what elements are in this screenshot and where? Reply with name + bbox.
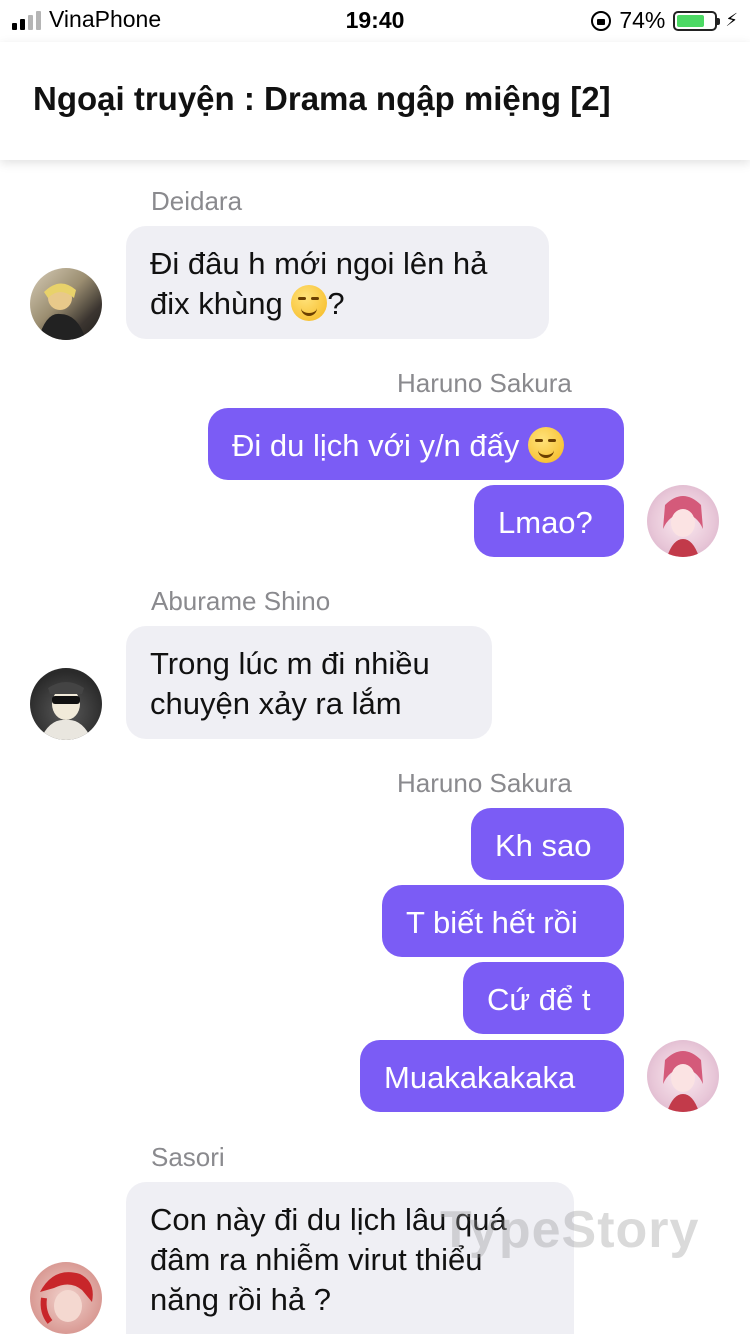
message-text: Đi đâu h mới ngoi lên hả <box>150 246 488 281</box>
smirking-face-emoji <box>291 284 328 321</box>
sender-name: Deidara <box>151 186 243 216</box>
avatar-shino[interactable] <box>30 668 102 740</box>
message-text: ? <box>327 286 345 321</box>
smirking-face-emoji <box>528 426 565 463</box>
message-text: Muakakakaka <box>384 1060 576 1095</box>
avatar-sasori[interactable] <box>30 1262 102 1334</box>
battery-icon <box>673 10 721 31</box>
battery-percent: 74% <box>619 7 666 33</box>
message-bubble: T biết hết rồi <box>382 885 624 957</box>
status-bar: VinaPhone 19:40 74% ⚡︎ <box>0 0 750 42</box>
rotation-lock-icon <box>591 10 612 31</box>
charging-bolt-icon: ⚡︎ <box>725 10 738 30</box>
avatar-image <box>40 1272 93 1324</box>
message-text: Cứ để t <box>487 982 591 1017</box>
avatar-sakura[interactable] <box>647 485 719 557</box>
sender-name: Aburame Shino <box>151 586 331 616</box>
message-text: năng rồi hả ? <box>150 1282 331 1317</box>
chat-header: Ngoại truyện : Drama ngập miệng [2] <box>0 42 750 160</box>
message-bubble: Đi du lịch với y/n đấy <box>208 408 624 480</box>
chat-title: Ngoại truyện : Drama ngập miệng [2] <box>33 80 611 117</box>
message-text: Trong lúc m đi nhiều <box>150 646 430 681</box>
message-text: Lmao? <box>498 505 593 540</box>
message-bubble: Muakakakaka <box>360 1040 624 1112</box>
message-bubble: Cứ để t <box>463 962 624 1034</box>
message-text: Kh sao <box>495 828 592 863</box>
avatar-deidara[interactable] <box>30 268 102 340</box>
avatar-image <box>663 496 703 557</box>
avatar-image <box>38 283 86 340</box>
message-text: Đi du lịch với y/n đấy <box>232 428 520 463</box>
message-bubble: Đi đâu h mới ngoi lên hả đix khùng ? <box>126 226 549 339</box>
avatar-sakura[interactable] <box>647 1040 719 1112</box>
sender-name: Sasori <box>151 1142 225 1172</box>
message-bubble: Kh sao <box>471 808 624 880</box>
message-bubble: Trong lúc m đi nhiều chuyện xảy ra lắm <box>126 626 492 739</box>
sender-name: Haruno Sakura <box>397 368 572 398</box>
message-text: đix khùng <box>150 286 283 321</box>
watermark-logo: TypeStory <box>440 1201 700 1259</box>
message-text: chuyện xảy ra lắm <box>150 686 402 721</box>
message-text: T biết hết rồi <box>406 905 578 940</box>
avatar-image <box>40 682 92 740</box>
sender-name: Haruno Sakura <box>397 768 572 798</box>
message-bubble: Lmao? <box>474 485 624 557</box>
avatar-image <box>663 1051 703 1112</box>
